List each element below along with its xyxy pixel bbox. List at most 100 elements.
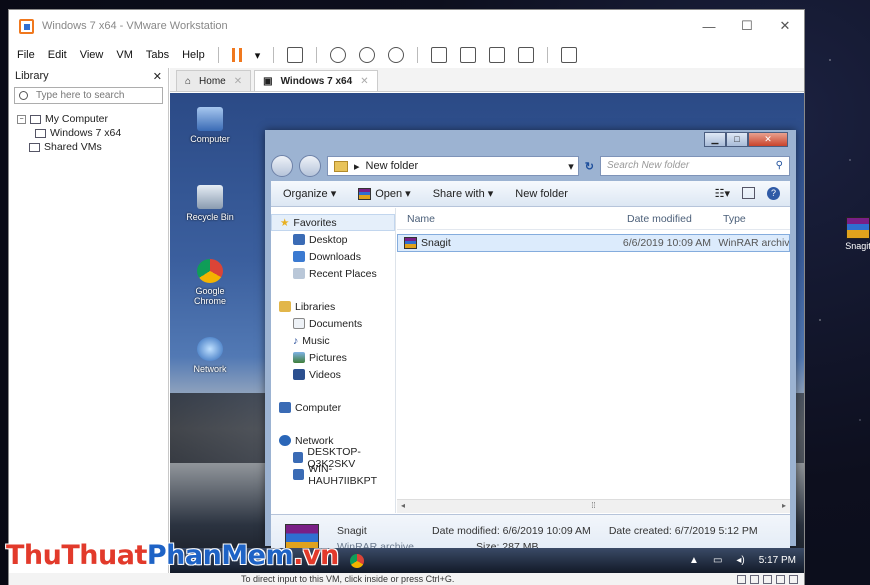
nav-favorites[interactable]: ★ Favorites — [271, 214, 395, 231]
network-tray-icon[interactable]: ▭ — [713, 555, 722, 566]
horizontal-scrollbar[interactable]: ◂ ⁞⁞ ▸ — [397, 499, 790, 513]
tab-home[interactable]: ⌂ Home ✕ — [176, 70, 252, 91]
menu-vm[interactable]: VM — [116, 49, 133, 61]
explorer-maximize-button[interactable]: □ — [726, 132, 748, 147]
libraries-icon — [279, 301, 291, 312]
chevron-down-icon[interactable]: ▾ — [255, 49, 261, 62]
home-icon: ⌂ — [185, 75, 192, 87]
nav-libraries[interactable]: Libraries — [271, 298, 395, 315]
menu-view[interactable]: View — [80, 49, 104, 61]
clock[interactable]: 5:17 PM — [759, 555, 796, 566]
breadcrumb[interactable]: New folder — [366, 160, 419, 172]
close-button[interactable]: ✕ — [766, 18, 804, 34]
show-hidden-icons[interactable]: ▲ — [689, 555, 699, 566]
library-close-icon[interactable]: ✕ — [153, 70, 162, 83]
guest-desktop-chrome[interactable]: Google Chrome — [184, 259, 236, 306]
full-screen-icon[interactable] — [489, 47, 506, 63]
menu-tabs[interactable]: Tabs — [146, 49, 169, 61]
tree-item-label: Windows 7 x64 — [50, 127, 122, 139]
videos-icon — [293, 369, 305, 380]
menu-help[interactable]: Help — [182, 49, 205, 61]
explorer-search-input[interactable]: Search New folder ⚲ — [600, 156, 790, 176]
nav-recent-places[interactable]: Recent Places — [271, 265, 395, 282]
send-ctrl-alt-del-icon[interactable] — [287, 47, 304, 63]
nav-computer[interactable]: Computer — [271, 399, 395, 416]
guest-desktop-computer[interactable]: Computer — [184, 107, 236, 144]
nav-desktop[interactable]: Desktop — [271, 231, 395, 248]
nav-pictures[interactable]: Pictures — [271, 349, 395, 366]
open-label: Open ▾ — [375, 188, 411, 200]
file-name: Snagit — [421, 237, 451, 249]
nav-label: Libraries — [295, 300, 336, 313]
scroll-right-icon[interactable]: ▸ — [782, 501, 786, 512]
tree-item-windows7[interactable]: Windows 7 x64 — [17, 126, 168, 140]
network-status-icon[interactable] — [763, 574, 772, 584]
scroll-left-icon[interactable]: ◂ — [401, 501, 405, 512]
column-headers: Name Date modified Type — [397, 208, 790, 230]
nav-network-pc[interactable]: WIN-HAUH7IIBKPT — [271, 463, 395, 487]
scroll-thumb[interactable]: ⁞⁞ — [591, 501, 595, 512]
console-view-icon[interactable] — [561, 47, 578, 63]
tree-item-my-computer[interactable]: − My Computer — [17, 112, 168, 126]
desktop-icon — [293, 234, 305, 245]
file-row[interactable]: Snagit 6/6/2019 10:09 AM WinRAR archive — [397, 234, 790, 252]
folder-icon — [334, 160, 348, 172]
guest-screen[interactable]: Computer Recycle Bin Google Chrome Netwo… — [170, 93, 804, 573]
address-input[interactable]: ▸ New folder ▾ — [327, 156, 579, 176]
revert-snapshot-icon[interactable] — [359, 47, 376, 63]
menu-edit[interactable]: Edit — [48, 49, 67, 61]
library-search-input[interactable]: Type here to search — [14, 87, 163, 104]
view-options-icon[interactable]: ☷▾ — [715, 187, 730, 200]
refresh-icon[interactable]: ↻ — [585, 160, 594, 173]
guest-desktop-network[interactable]: Network — [184, 337, 236, 374]
printer-status-icon[interactable] — [776, 574, 785, 584]
column-name[interactable]: Name — [397, 213, 617, 225]
nav-label: Downloads — [309, 250, 361, 263]
nav-documents[interactable]: Documents — [271, 315, 395, 332]
breadcrumb-chevron-icon[interactable]: ▸ — [354, 160, 360, 173]
help-icon[interactable]: ? — [767, 187, 780, 200]
share-with-button[interactable]: Share with ▾ — [433, 187, 494, 200]
command-bar: Organize ▾ Open ▾ Share with ▾ New folde… — [271, 181, 790, 207]
cd-status-icon[interactable] — [750, 574, 759, 584]
guest-desktop-recycle-bin[interactable]: Recycle Bin — [184, 185, 236, 222]
nav-label: WIN-HAUH7IIBKPT — [308, 462, 378, 487]
column-date-modified[interactable]: Date modified — [617, 213, 713, 225]
show-library-icon[interactable] — [431, 47, 448, 63]
snapshot-icon[interactable] — [330, 47, 347, 63]
open-button[interactable]: Open ▾ — [358, 187, 411, 200]
nav-downloads[interactable]: Downloads — [271, 248, 395, 265]
nav-label: Computer — [295, 401, 342, 414]
host-desktop-file[interactable]: Snagit — [843, 217, 870, 251]
close-tab-icon[interactable]: ✕ — [234, 76, 242, 87]
volume-icon[interactable]: ◂) — [736, 555, 744, 566]
tree-item-shared-vms[interactable]: Shared VMs — [17, 140, 168, 154]
minimize-button[interactable]: — — [690, 19, 728, 34]
back-button[interactable] — [271, 155, 293, 177]
collapse-icon[interactable]: − — [17, 114, 26, 124]
desktop-icon-label: Network — [193, 364, 227, 374]
tab-label: Home — [199, 75, 226, 87]
unity-icon[interactable] — [518, 47, 535, 63]
chrome-taskbar-icon[interactable] — [350, 553, 364, 568]
hdd-status-icon[interactable] — [737, 574, 746, 584]
maximize-button[interactable]: ☐ — [728, 18, 766, 34]
tab-windows7[interactable]: ▣ Windows 7 x64 ✕ — [254, 70, 378, 91]
menu-file[interactable]: File — [17, 49, 35, 61]
pause-icon[interactable] — [231, 48, 242, 62]
preview-pane-icon[interactable] — [742, 187, 755, 199]
column-type[interactable]: Type — [713, 213, 790, 225]
sound-status-icon[interactable] — [789, 574, 798, 584]
nav-music[interactable]: ♪ Music — [271, 332, 395, 349]
organize-button[interactable]: Organize ▾ — [283, 187, 336, 200]
explorer-close-button[interactable]: ✕ — [748, 132, 788, 147]
address-dropdown-icon[interactable]: ▾ — [568, 160, 578, 173]
new-folder-button[interactable]: New folder — [515, 188, 568, 200]
forward-button[interactable] — [299, 155, 321, 177]
explorer-minimize-button[interactable]: ▁ — [704, 132, 726, 147]
nav-videos[interactable]: Videos — [271, 366, 395, 383]
close-tab-icon[interactable]: ✕ — [360, 76, 368, 87]
pictures-icon — [293, 352, 305, 363]
snapshot-manager-icon[interactable] — [388, 47, 405, 63]
thumbnail-bar-icon[interactable] — [460, 47, 477, 63]
